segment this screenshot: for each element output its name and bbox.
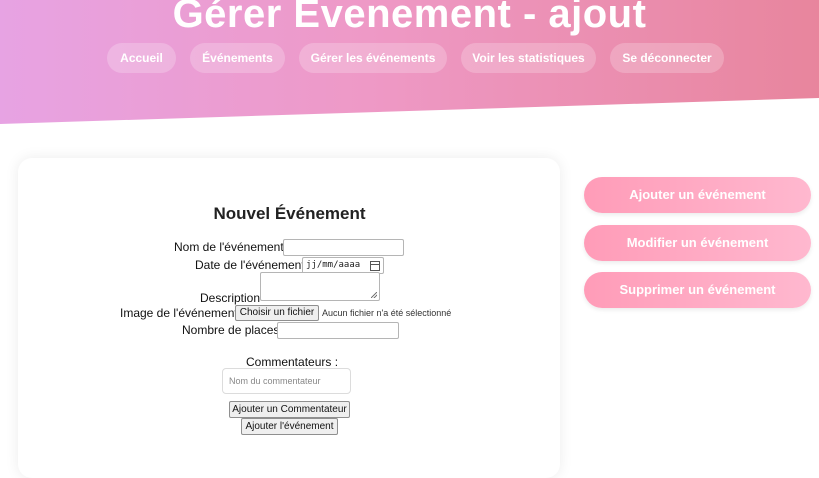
form-title: Nouvel Événement — [213, 204, 366, 223]
event-image-label: Image de l'événement — [120, 306, 238, 320]
file-status: Aucun fichier n'a été sélectionné — [322, 308, 452, 318]
date-placeholder: jj/mm/aaaa — [306, 260, 361, 270]
calendar-icon[interactable] — [370, 261, 380, 271]
add-event-button[interactable]: Ajouter un événement — [584, 177, 811, 213]
delete-event-button[interactable]: Supprimer un événement — [584, 272, 811, 308]
description-textarea[interactable] — [260, 272, 380, 301]
resize-handle-icon[interactable] — [371, 292, 377, 298]
event-name-input[interactable] — [283, 239, 404, 256]
places-input[interactable] — [277, 322, 399, 339]
nav-statistiques[interactable]: Voir les statistiques — [461, 43, 596, 73]
nav-evenements[interactable]: Événements — [190, 43, 285, 73]
commentators-label: Commentateurs : — [246, 355, 339, 369]
event-date-label: Date de l'événement — [195, 258, 305, 272]
event-name-label: Nom de l'événement — [174, 240, 284, 254]
add-commentator-button[interactable]: Ajouter un Commentateur — [229, 401, 350, 418]
nav-accueil[interactable]: Accueil — [107, 43, 176, 73]
places-label: Nombre de places — [182, 323, 280, 337]
edit-event-button[interactable]: Modifier un événement — [584, 225, 811, 261]
description-label: Description — [200, 291, 261, 305]
nav-deconnecter[interactable]: Se déconnecter — [610, 43, 724, 73]
commentator-input[interactable]: Nom du commentateur — [222, 368, 351, 394]
page-title: Gérer Évenement - ajout — [172, 0, 647, 36]
submit-event-button[interactable]: Ajouter l'événement — [241, 418, 338, 435]
choose-file-button[interactable]: Choisir un fichier — [235, 305, 319, 321]
nav-gerer-evenements[interactable]: Gérer les événements — [299, 43, 447, 73]
